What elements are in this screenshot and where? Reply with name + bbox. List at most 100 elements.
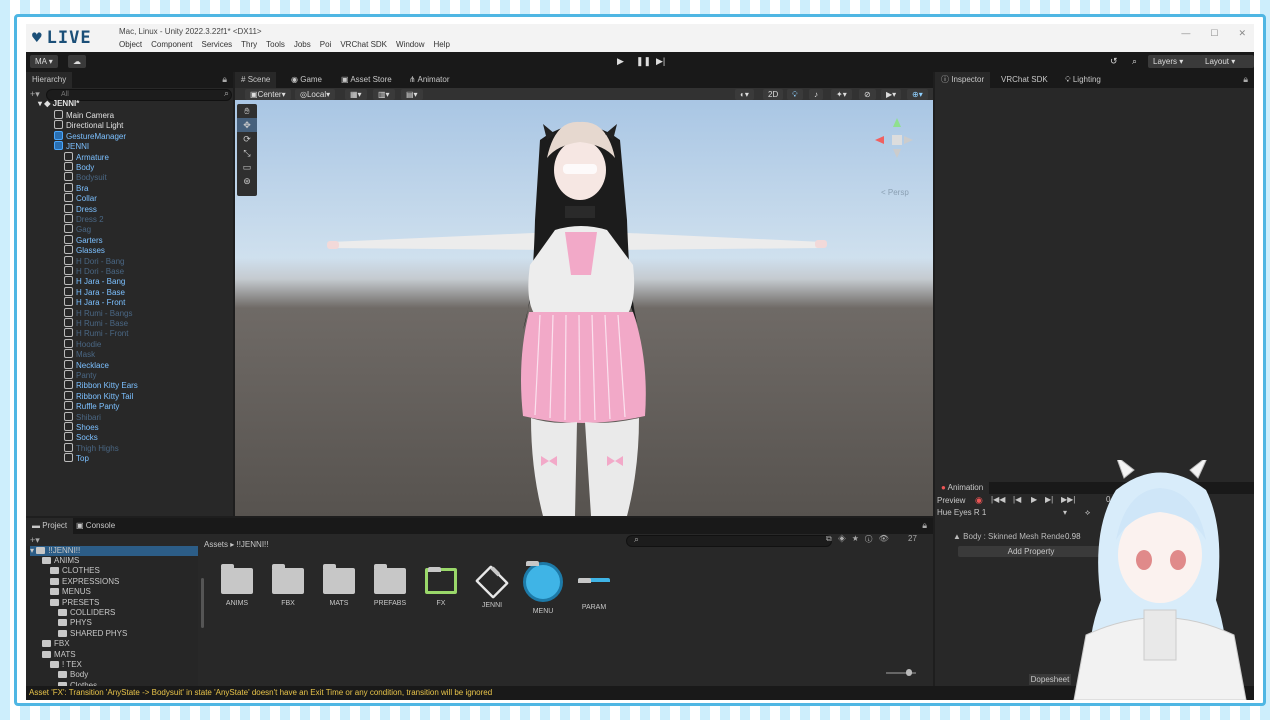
tree-root[interactable]: ▾ !!JENNI!!: [30, 546, 198, 556]
hierarchy-item[interactable]: Mask: [64, 349, 95, 359]
tree-folder[interactable]: ANIMS: [42, 556, 79, 566]
asset-item[interactable]: MENU: [523, 561, 563, 615]
tab-console[interactable]: ▣ Console: [70, 518, 121, 534]
audio-toggle-icon[interactable]: ♪: [809, 89, 823, 100]
asset-item[interactable]: MATS: [319, 564, 359, 607]
hierarchy-item[interactable]: Ruffle Panty: [64, 401, 119, 411]
hierarchy-item[interactable]: H Jara - Base: [64, 286, 125, 297]
hierarchy-item[interactable]: H Rumi - Front: [64, 328, 128, 338]
menu-poi[interactable]: Poi: [320, 40, 332, 49]
tree-folder[interactable]: EXPRESSIONS: [50, 577, 119, 587]
transform-tool-icon[interactable]: ⊛: [237, 174, 257, 188]
hierarchy-item[interactable]: Thigh Highs: [64, 442, 119, 453]
scene-viewport[interactable]: < Persp: [235, 100, 933, 516]
cloud-icon[interactable]: ☁: [68, 55, 86, 68]
tab-inspector[interactable]: ⓘ Inspector: [935, 72, 991, 88]
layout-dropdown[interactable]: Layout ▾: [1200, 55, 1254, 68]
hierarchy-item[interactable]: JENNI: [54, 141, 89, 151]
hierarchy-item[interactable]: Bodysuit: [64, 172, 107, 182]
asset-item[interactable]: PARAM: [574, 568, 614, 611]
hierarchy-item[interactable]: Dress 2: [64, 214, 104, 224]
menu-help[interactable]: Help: [433, 40, 449, 49]
menu-services[interactable]: Services: [201, 40, 232, 49]
hierarchy-item[interactable]: H Rumi - Base: [64, 318, 128, 328]
hierarchy-item[interactable]: Glasses: [64, 245, 105, 255]
effects-toggle-icon[interactable]: ✦▾: [831, 89, 852, 100]
camera-settings-icon[interactable]: ▶▾: [881, 89, 902, 100]
first-keyframe-icon[interactable]: |◀◀: [991, 495, 1005, 504]
scale-tool-icon[interactable]: ⤡: [237, 146, 257, 160]
tree-folder[interactable]: MENUS: [50, 587, 91, 597]
prev-keyframe-icon[interactable]: |◀: [1013, 495, 1021, 504]
scene-root[interactable]: ▾ ◆ JENNI*: [38, 99, 79, 109]
hierarchy-item[interactable]: Panty: [64, 370, 96, 380]
tree-folder[interactable]: PHYS: [58, 618, 92, 628]
tab-animator[interactable]: ⋔ Animator: [403, 72, 456, 88]
gizmos-toggle-icon[interactable]: ⊕▾: [907, 89, 928, 100]
hierarchy-item[interactable]: Directional Light: [54, 120, 123, 130]
history-icon[interactable]: ↺: [1110, 56, 1118, 67]
tab-vrchat-sdk[interactable]: VRChat SDK: [995, 72, 1054, 88]
account-button[interactable]: MA ▾: [30, 55, 58, 68]
tree-folder[interactable]: FBX: [42, 639, 70, 649]
rotate-tool-icon[interactable]: ⟳: [237, 132, 257, 146]
menu-window[interactable]: Window: [396, 40, 424, 49]
tree-folder[interactable]: MATS: [42, 650, 76, 660]
menu-jobs[interactable]: Jobs: [294, 40, 311, 49]
preview-button[interactable]: Preview: [937, 496, 965, 505]
tree-folder[interactable]: SHARED PHYS: [58, 629, 127, 639]
hierarchy-item[interactable]: H Dori - Bang: [64, 255, 124, 266]
maximize-icon[interactable]: ☐: [1210, 28, 1218, 39]
tab-hierarchy[interactable]: Hierarchy: [26, 72, 73, 88]
hierarchy-item[interactable]: Necklace: [64, 359, 109, 370]
record-icon[interactable]: ◉: [975, 495, 983, 506]
hierarchy-item[interactable]: Gag: [64, 224, 91, 234]
hierarchy-item[interactable]: Armature: [64, 151, 109, 162]
asset-item[interactable]: ANIMS: [217, 564, 257, 607]
hierarchy-item[interactable]: Top: [64, 453, 89, 463]
menu-thry[interactable]: Thry: [241, 40, 257, 49]
hierarchy-item[interactable]: Hoodie: [64, 338, 101, 349]
close-icon[interactable]: ✕: [1238, 28, 1246, 39]
gizmo-persp-label[interactable]: < Persp: [881, 188, 909, 197]
project-add-icon[interactable]: +▾: [30, 535, 40, 546]
snap-increment-icon[interactable]: ▥▾: [373, 89, 395, 100]
hierarchy-item[interactable]: H Dori - Base: [64, 266, 124, 276]
tab-animation[interactable]: ● Animation: [935, 482, 990, 494]
asset-item[interactable]: FX: [421, 567, 461, 607]
hierarchy-item[interactable]: GestureManager: [54, 130, 126, 141]
tab-project[interactable]: ▬ Project: [26, 518, 74, 534]
hierarchy-item[interactable]: Socks: [64, 432, 98, 442]
draw-mode-icon[interactable]: ◐▾: [735, 89, 754, 100]
hierarchy-item[interactable]: Ribbon Kitty Tail: [64, 390, 133, 401]
space-dropdown[interactable]: ◎Local▾: [295, 89, 336, 100]
lock-icon[interactable]: 🔒︎: [222, 74, 227, 85]
hierarchy-item[interactable]: Ribbon Kitty Ears: [64, 380, 138, 390]
rect-tool-icon[interactable]: ▭: [237, 160, 257, 174]
hierarchy-item[interactable]: H Jara - Bang: [64, 276, 125, 286]
clip-dropdown[interactable]: Hue Eyes R 1 ▾: [937, 508, 1067, 517]
menu-object[interactable]: Object: [119, 40, 142, 49]
project-lock-icon[interactable]: 🔒︎: [922, 520, 927, 531]
property-row[interactable]: ▲ Body : Skinned Mesh Rende: [953, 532, 1065, 541]
tree-folder[interactable]: Body: [58, 670, 88, 680]
scene-options-icon[interactable]: ▤▾: [401, 89, 423, 100]
tab-asset-store[interactable]: ▣ Asset Store: [335, 72, 398, 88]
tree-folder[interactable]: CLOTHES: [50, 566, 100, 576]
hierarchy-item[interactable]: Main Camera: [54, 110, 114, 120]
move-tool-icon[interactable]: ✥: [237, 118, 257, 132]
hierarchy-item[interactable]: Bra: [64, 182, 88, 193]
zoom-slider-handle[interactable]: [906, 669, 912, 676]
asset-item[interactable]: JENNI: [472, 565, 512, 609]
hierarchy-item[interactable]: Garters: [64, 234, 103, 245]
tree-scrollbar[interactable]: [201, 578, 204, 628]
play-preview-icon[interactable]: ▶: [1031, 495, 1037, 504]
asset-item[interactable]: PREFABS: [370, 564, 410, 607]
search-icon[interactable]: ⌕: [1132, 56, 1137, 67]
toggle-2d-button[interactable]: 2D: [763, 89, 784, 100]
hierarchy-item[interactable]: Collar: [64, 193, 97, 203]
asset-item[interactable]: FBX: [268, 564, 308, 607]
breadcrumb-assets[interactable]: Assets: [204, 540, 228, 549]
layers-dropdown[interactable]: Layers ▾: [1148, 55, 1202, 68]
visibility-toggle-icon[interactable]: ⊘: [859, 89, 876, 100]
